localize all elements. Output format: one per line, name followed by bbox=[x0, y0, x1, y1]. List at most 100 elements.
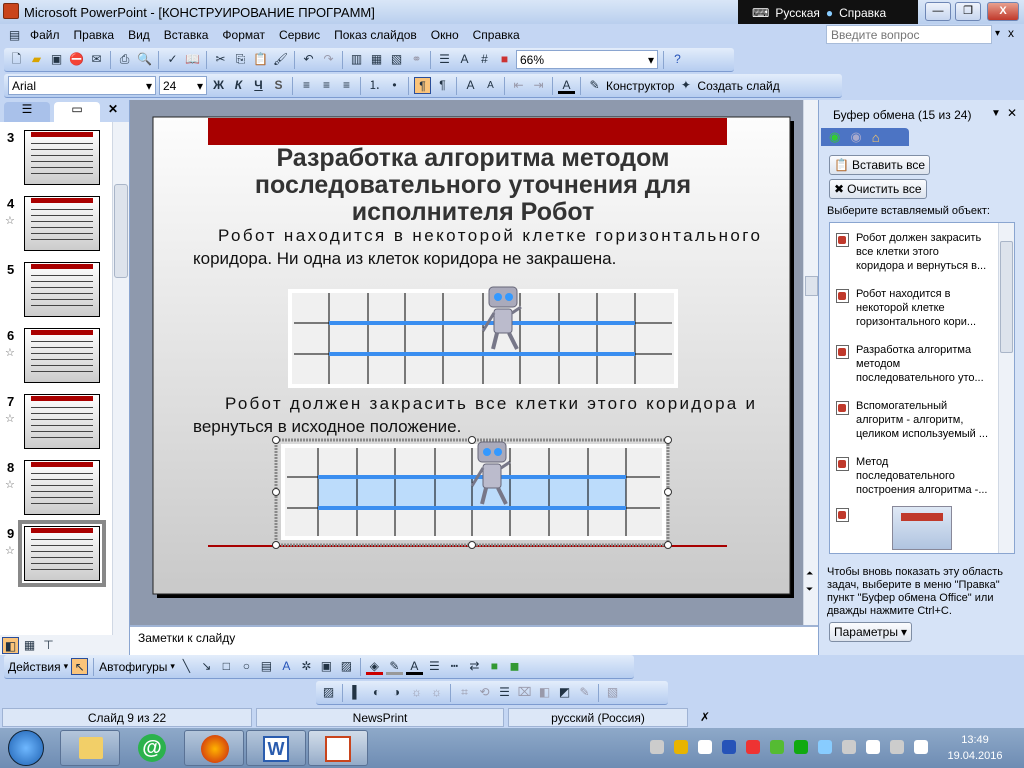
close-button[interactable]: X bbox=[987, 2, 1019, 21]
tab-outline[interactable]: ☰ bbox=[4, 102, 50, 122]
clipboard-item-image[interactable] bbox=[836, 506, 996, 550]
chart-icon[interactable]: ▥ bbox=[348, 51, 365, 68]
underline-button[interactable]: Ч bbox=[250, 77, 267, 94]
research-icon[interactable]: 📖 bbox=[184, 51, 201, 68]
compress-icon[interactable]: ⌧ bbox=[516, 684, 533, 701]
back-icon[interactable]: ◉ bbox=[829, 129, 840, 145]
slide-preview[interactable] bbox=[24, 460, 100, 515]
language-label[interactable]: Русская bbox=[775, 6, 820, 20]
menu-edit[interactable]: Правка bbox=[67, 28, 122, 42]
language-bar[interactable]: ⌨ Русская ● Справка bbox=[738, 0, 918, 26]
close-panel-icon[interactable]: ✕ bbox=[108, 102, 118, 116]
line-style-icon[interactable]: ☰ bbox=[496, 684, 513, 701]
less-contrast-icon[interactable]: ◑ bbox=[388, 684, 405, 701]
clock[interactable]: 13:49 19.04.2016 bbox=[945, 732, 1005, 764]
more-brightness-icon[interactable]: ☼ bbox=[408, 684, 425, 701]
arrow-style-icon[interactable]: ⇄ bbox=[466, 658, 483, 675]
usb-tray-icon[interactable] bbox=[842, 740, 856, 754]
scrollbar-thumb[interactable] bbox=[114, 184, 128, 278]
arrow-icon[interactable]: ↘ bbox=[198, 658, 215, 675]
fill-color-icon[interactable]: ◈ bbox=[365, 658, 383, 675]
color-icon[interactable]: ▌ bbox=[348, 684, 365, 701]
zoom-select[interactable]: 66% ▾ bbox=[516, 50, 658, 69]
3d-icon[interactable]: ◼ bbox=[506, 658, 523, 675]
line-color-icon[interactable]: ✎ bbox=[385, 658, 403, 675]
line-icon[interactable]: ╲ bbox=[178, 658, 195, 675]
clipboard-item[interactable]: Метод последовательного построения алгорит… bbox=[836, 455, 996, 497]
slide-title-line[interactable]: исполнителя Робот bbox=[352, 198, 595, 226]
taskbar-powerpoint[interactable] bbox=[308, 730, 368, 766]
slide-paragraph-line[interactable]: вернуться в исходное положение. bbox=[193, 417, 461, 436]
shadow-button[interactable]: S bbox=[270, 77, 287, 94]
permission-icon[interactable]: ⛔ bbox=[68, 51, 85, 68]
menu-tools[interactable]: Сервис bbox=[272, 28, 327, 42]
slide-paragraph-line[interactable]: Робот находится в некоторой клетке гориз… bbox=[218, 226, 760, 245]
previous-slide-icon[interactable]: ⏶ bbox=[806, 568, 813, 579]
slide-title-line[interactable]: Разработка алгоритма методом bbox=[276, 144, 669, 172]
more-contrast-icon[interactable]: ◐ bbox=[368, 684, 385, 701]
print-preview-icon[interactable]: 🔍 bbox=[136, 51, 153, 68]
security-tray-icon[interactable] bbox=[674, 740, 688, 754]
bullets-icon[interactable]: • bbox=[386, 77, 403, 94]
network-tray-icon[interactable] bbox=[890, 740, 904, 754]
corridor-grid-initial[interactable] bbox=[288, 286, 678, 388]
print-icon[interactable]: ⎙ bbox=[116, 51, 133, 68]
menu-view[interactable]: Вид bbox=[121, 28, 157, 42]
rectangle-icon[interactable]: □ bbox=[218, 658, 235, 675]
dash-style-icon[interactable]: ┅ bbox=[446, 658, 463, 675]
transparent-color-icon[interactable]: ✎ bbox=[576, 684, 593, 701]
forward-icon[interactable]: ◉ bbox=[850, 129, 861, 145]
notes-pane[interactable]: Заметки к слайду bbox=[130, 625, 818, 655]
wordart-icon[interactable]: A bbox=[278, 658, 295, 675]
clear-all-button[interactable]: ✖ Очистить все bbox=[829, 179, 927, 199]
help-icon[interactable]: ? bbox=[669, 51, 686, 68]
normal-view-icon[interactable]: ◧ bbox=[2, 637, 19, 654]
corridor-grid-filled[interactable] bbox=[272, 436, 672, 549]
close-icon[interactable]: ✕ bbox=[1007, 106, 1017, 120]
grid-icon[interactable]: # bbox=[476, 51, 493, 68]
recolor-icon[interactable]: ◧ bbox=[536, 684, 553, 701]
font-color-icon[interactable]: A bbox=[558, 77, 575, 94]
chevron-down-icon[interactable]: ▾ bbox=[995, 28, 1000, 39]
clipboard-item[interactable]: Робот находится в некоторой клетке горизон… bbox=[836, 287, 996, 329]
scrollbar-thumb[interactable] bbox=[805, 276, 818, 296]
drop-tray-icon[interactable] bbox=[818, 740, 832, 754]
windows-tray-icon[interactable] bbox=[698, 740, 712, 754]
close-document-icon[interactable]: x bbox=[1008, 26, 1014, 40]
clipboard-item[interactable]: Разработка алгоритма методом последователь… bbox=[836, 343, 996, 385]
email-icon[interactable]: ✉ bbox=[88, 51, 105, 68]
clipboard-scrollbar[interactable] bbox=[998, 223, 1014, 553]
undo-icon[interactable]: ↶ bbox=[300, 51, 317, 68]
decrease-indent-icon[interactable]: ⇤ bbox=[510, 77, 527, 94]
clipart-icon[interactable]: ▣ bbox=[318, 658, 335, 675]
numbering-icon[interactable]: ⒈ bbox=[366, 77, 383, 94]
rotate-icon[interactable]: ⟲ bbox=[476, 684, 493, 701]
clipboard-item[interactable]: Робот должен закрасить все клетки этого ко… bbox=[836, 231, 996, 273]
volume-tray-icon[interactable] bbox=[914, 740, 928, 754]
slideshow-icon[interactable]: ⊤ bbox=[40, 637, 57, 654]
taskbar-firefox[interactable] bbox=[184, 730, 244, 766]
hyperlink-icon[interactable]: ⚭ bbox=[408, 51, 425, 68]
designer-button[interactable]: Конструктор bbox=[606, 79, 674, 93]
cut-icon[interactable]: ✂ bbox=[212, 51, 229, 68]
shadow-icon[interactable]: ■ bbox=[486, 658, 503, 675]
restore-button[interactable]: ❐ bbox=[955, 2, 981, 21]
spelling-status-icon[interactable]: ✗ bbox=[692, 708, 718, 727]
decrease-font-icon[interactable]: A bbox=[482, 77, 499, 94]
line-style-icon[interactable]: ☰ bbox=[426, 658, 443, 675]
italic-button[interactable]: К bbox=[230, 77, 247, 94]
slide-paragraph-line[interactable]: коридора. Ни одна из клеток коридора не … bbox=[193, 249, 616, 268]
slide-preview[interactable] bbox=[24, 130, 100, 185]
redo-icon[interactable]: ↷ bbox=[320, 51, 337, 68]
next-slide-icon[interactable]: ⏷ bbox=[806, 584, 813, 595]
autoshapes-menu[interactable]: Автофигуры bbox=[99, 660, 167, 674]
slide-preview[interactable] bbox=[24, 328, 100, 383]
taskbar-word[interactable]: W bbox=[246, 730, 306, 766]
textbox-icon[interactable]: ▤ bbox=[258, 658, 275, 675]
spelling-icon[interactable]: ✓ bbox=[164, 51, 181, 68]
select-pointer-icon[interactable]: ↖ bbox=[71, 658, 89, 675]
paste-icon[interactable]: 📋 bbox=[252, 51, 269, 68]
format-picture-icon[interactable]: ◩ bbox=[556, 684, 573, 701]
increase-font-icon[interactable]: A bbox=[462, 77, 479, 94]
new-slide-button[interactable]: Создать слайд bbox=[697, 79, 779, 93]
